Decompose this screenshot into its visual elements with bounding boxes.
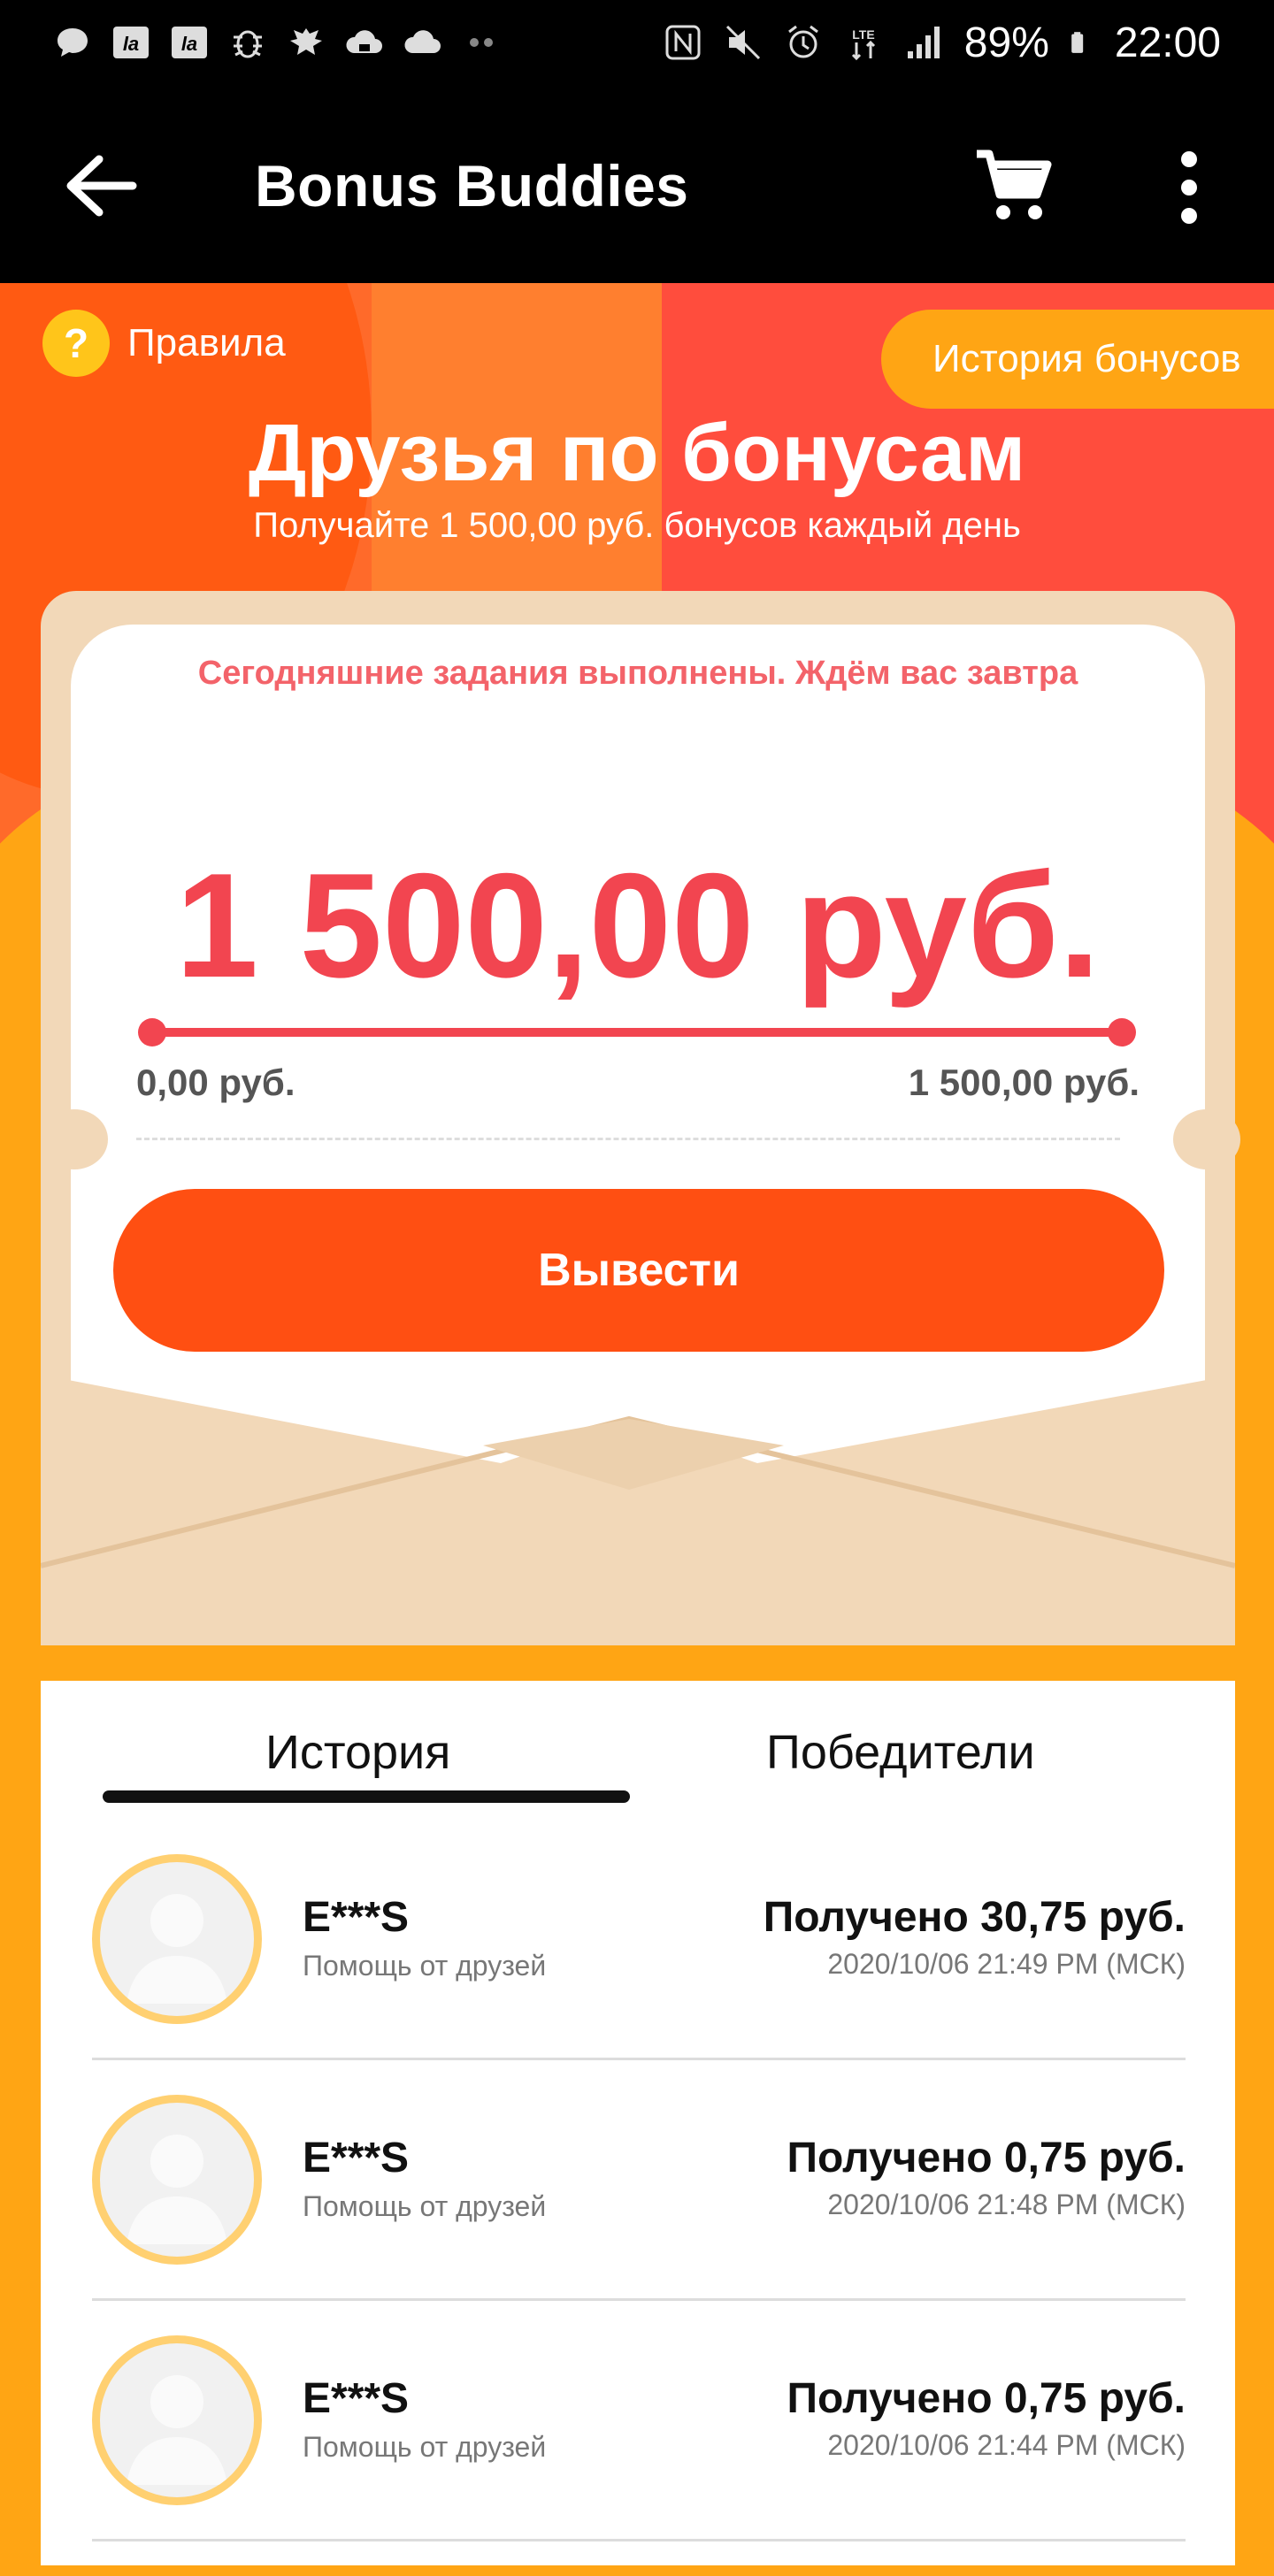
app-title: Bonus Buddies: [255, 153, 689, 218]
page-title: Друзья по бонусам: [248, 408, 1026, 498]
question-icon: ?: [42, 310, 110, 377]
tab-history[interactable]: История: [265, 1725, 450, 1780]
user-name: E***S: [303, 2135, 410, 2181]
user-placeholder-icon: [127, 1894, 227, 2004]
divider: [92, 2298, 1186, 2301]
bonus-history-button[interactable]: История бонусов: [881, 310, 1274, 409]
list-item: E***S Помощь от друзей Получено 0,75 руб…: [92, 2335, 1186, 2576]
lte-icon: LTE: [851, 27, 875, 61]
system-status: LTE 89% 22:00: [664, 16, 1221, 69]
list-item: E***S Помощь от друзей Получено 0,75 руб…: [92, 2095, 1186, 2335]
more-vertical-icon[interactable]: [1168, 150, 1210, 225]
mute-icon: [725, 25, 760, 60]
received-amount: Получено 0,75 руб.: [787, 2375, 1186, 2422]
tab-winners[interactable]: Победители: [766, 1725, 1035, 1780]
more-dots-icon: [470, 38, 493, 47]
cart-icon[interactable]: [973, 145, 1055, 226]
eagle-icon: [290, 28, 322, 55]
divider: [92, 2539, 1186, 2542]
received-amount: Получено 0,75 руб.: [787, 2135, 1186, 2181]
clock: 22:00: [1114, 19, 1221, 66]
entry-date: 2020/10/06 21:48 PM (МСК): [827, 2189, 1186, 2220]
user-placeholder-icon: [127, 2375, 227, 2485]
list-item: E***S Помощь от друзей Получено 30,75 ру…: [92, 1854, 1186, 2095]
progress-start-dot: [138, 1018, 166, 1046]
notification-icons: la la: [53, 16, 501, 69]
ticket-notch: [1173, 1109, 1240, 1169]
battery-icon: [1071, 32, 1084, 53]
divider: [92, 2058, 1186, 2060]
entry-note: Помощь от друзей: [303, 1950, 547, 1982]
withdraw-button[interactable]: Вывести: [113, 1189, 1164, 1352]
progress-max-label: 1 500,00 руб.: [908, 1062, 1140, 1103]
svg-text:LTE: LTE: [852, 27, 874, 42]
status-notice: Сегодняшние задания выполнены. Ждём вас …: [197, 655, 1078, 692]
alarm-icon: [787, 25, 818, 58]
entry-date: 2020/10/06 21:44 PM (МСК): [827, 2429, 1186, 2461]
user-placeholder-icon: [127, 2135, 227, 2244]
envelope-flap: [41, 1375, 1235, 1645]
svg-text:la: la: [181, 33, 197, 55]
progress-end-dot: [1108, 1018, 1136, 1046]
avatar: [92, 2335, 262, 2505]
user-name: E***S: [303, 1894, 410, 1941]
entry-note: Помощь от друзей: [303, 2190, 547, 2222]
la-icon: la: [172, 27, 207, 58]
received-amount: Получено 30,75 руб.: [763, 1894, 1186, 1941]
ticket-notch: [41, 1109, 108, 1169]
battery-percent: 89%: [963, 19, 1049, 66]
rules-button[interactable]: ? Правила: [42, 310, 286, 377]
bonus-amount: 1 500,00 руб.: [175, 842, 1101, 1008]
chat-icon: [58, 28, 88, 57]
signal-icon: [907, 27, 940, 58]
avatar: [92, 1854, 262, 2024]
cloud-icon: [404, 30, 441, 53]
avatar: [92, 2095, 262, 2265]
status-bar: la la LTE 89% 22:00: [0, 0, 1274, 85]
bug-icon: [234, 30, 262, 58]
nfc-icon: [665, 25, 701, 60]
page-subtitle: Получайте 1 500,00 руб. бонусов каждый д…: [253, 506, 1021, 545]
divider: [136, 1138, 1120, 1140]
rules-label: Правила: [127, 321, 286, 364]
active-tab-indicator: [103, 1790, 630, 1803]
la-icon: la: [113, 27, 149, 58]
svg-text:la: la: [123, 33, 139, 55]
progress-bar: [138, 1018, 1136, 1046]
entry-date: 2020/10/06 21:49 PM (МСК): [827, 1948, 1186, 1980]
progress-min-label: 0,00 руб.: [136, 1062, 295, 1103]
cloud-game-icon: [346, 30, 382, 53]
entry-note: Помощь от друзей: [303, 2431, 547, 2463]
arrow-left-icon[interactable]: [62, 154, 142, 218]
user-name: E***S: [303, 2375, 410, 2422]
app-bar: Bonus Buddies: [0, 85, 1274, 283]
